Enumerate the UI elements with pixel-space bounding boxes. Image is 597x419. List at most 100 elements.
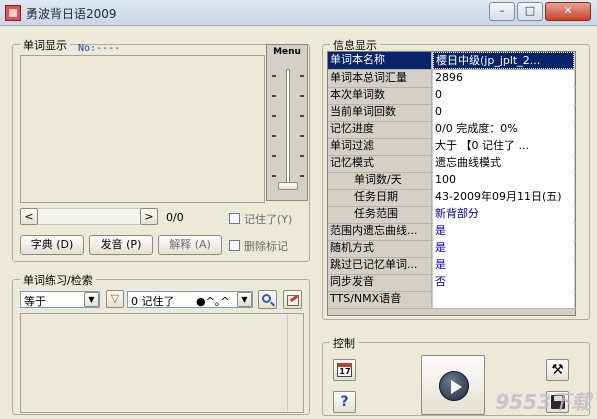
info-row[interactable]: 任务范围 新背部分 <box>328 206 576 224</box>
info-row[interactable]: 任务日期 43-2009年09月11日(五) <box>328 189 576 207</box>
close-button[interactable]: ✕ <box>545 2 591 21</box>
minimize-button[interactable]: – <box>489 2 515 21</box>
info-key: 当前单词回数 <box>328 104 432 121</box>
info-value: 是 <box>433 223 574 240</box>
info-value: 樱日中级(jp_jplt_2... <box>433 52 574 69</box>
word-display-title: 单词显示 <box>20 37 70 53</box>
info-key: 记忆模式 <box>328 155 432 172</box>
scroll-left-button[interactable]: < <box>20 208 38 225</box>
info-key: 任务范围 <box>328 206 432 223</box>
calendar-day: 17 <box>339 367 351 376</box>
info-key: 单词过滤 <box>328 138 432 155</box>
info-row[interactable]: TTS/NMX语音 <box>328 291 576 309</box>
info-key: 记忆进度 <box>328 121 432 138</box>
play-icon <box>439 371 469 401</box>
info-key: TTS/NMX语音 <box>328 291 432 308</box>
info-row[interactable]: 随机方式是 <box>328 240 576 258</box>
slider-tick <box>300 115 304 117</box>
remembered-key: (Y) <box>277 213 293 226</box>
dictionary-button-label: 字典 <box>30 238 53 251</box>
chevron-down-icon[interactable]: ▼ <box>237 292 252 307</box>
slider-tick <box>272 95 276 97</box>
minimize-icon: – <box>499 4 505 17</box>
menu-slider-panel: Menu <box>266 44 308 201</box>
word-counter: 0/0 <box>166 211 184 224</box>
info-value: 是 <box>433 257 574 274</box>
scroll-track[interactable] <box>38 208 140 225</box>
info-row[interactable]: 当前单词回数 0 <box>328 104 576 122</box>
remembered-checkbox[interactable] <box>229 213 240 224</box>
practice-title: 单词练习/检索 <box>20 272 96 288</box>
slider-tick <box>272 135 276 137</box>
info-value: 0 <box>433 104 574 121</box>
info-table: 单词本名称 樱日中级(jp_jplt_2... 单词本总词汇量 2896 本次单词数… <box>327 51 576 316</box>
info-row[interactable]: 单词本名称 樱日中级(jp_jplt_2... <box>328 52 576 70</box>
info-value: 0/0 完成度：0% <box>433 121 574 138</box>
dictionary-button-key: (D) <box>56 238 74 251</box>
info-value: 100 <box>433 172 574 189</box>
info-row[interactable]: 记忆模式 遗忘曲线模式 <box>328 155 576 173</box>
info-row[interactable]: 跳过已记忆单词... 是 <box>328 257 576 275</box>
calendar-icon[interactable]: 17 <box>333 359 356 381</box>
chevron-down-icon[interactable]: ▼ <box>84 292 99 307</box>
info-value: 否 <box>433 274 574 291</box>
slider-track[interactable] <box>286 69 290 189</box>
word-display-area <box>20 55 265 203</box>
watermark: 9553下载 <box>495 390 591 414</box>
info-key: 跳过已记忆单词... <box>328 257 432 274</box>
slider-thumb[interactable] <box>278 182 298 190</box>
info-value: 是 <box>433 240 574 257</box>
slider-tick <box>300 75 304 77</box>
remembered-text: 记住了 <box>244 213 277 226</box>
delete-mark-checkbox[interactable] <box>229 240 240 251</box>
dictionary-button[interactable]: 字典 (D) <box>20 235 84 255</box>
filter-symbols: ●^｡^ <box>196 295 230 308</box>
info-key: 单词本名称 <box>328 52 432 69</box>
slider-tick <box>300 95 304 97</box>
slider-tick <box>272 115 276 117</box>
info-row[interactable]: 记忆进度 0/0 完成度：0% <box>328 121 576 139</box>
info-value: 43-2009年09月11日(五) <box>433 189 574 206</box>
maximize-icon: □ <box>524 4 536 17</box>
match-type-value: 等于 <box>24 295 46 308</box>
delete-mark-label: 删除标记 <box>244 240 288 253</box>
slider-tick <box>300 155 304 157</box>
chevron-right-icon: > <box>144 210 154 223</box>
practice-scrollbar[interactable] <box>287 314 303 412</box>
slider-tick <box>300 175 304 177</box>
scroll-right-button[interactable]: > <box>140 208 158 225</box>
window-title: 勇波背日语2009 <box>26 7 117 21</box>
info-key: 本次单词数 <box>328 87 432 104</box>
play-button[interactable] <box>421 355 485 415</box>
maximize-button[interactable]: □ <box>517 2 543 21</box>
slider-tick <box>272 175 276 177</box>
info-key: 范围内遗忘曲线... <box>328 223 432 240</box>
info-key: 同步发音 <box>328 274 432 291</box>
edit-icon[interactable] <box>283 290 302 309</box>
close-icon: ✕ <box>563 4 573 17</box>
help-icon[interactable]: ? <box>333 391 356 413</box>
info-row[interactable]: 单词过滤 大于 【0 记住了 ... <box>328 138 576 156</box>
filter-icon[interactable]: ▽ <box>106 290 124 308</box>
pronounce-button[interactable]: 发音 (P) <box>89 235 153 255</box>
info-key: 单词数/天 <box>328 172 432 189</box>
info-row[interactable]: 本次单词数 0 <box>328 87 576 105</box>
info-row[interactable]: 单词本总词汇量 2896 <box>328 70 576 88</box>
filter-value-field[interactable]: 0 记住了 ●^｡^ ▼ <box>127 291 253 308</box>
info-row[interactable]: 范围内遗忘曲线... 是 <box>328 223 576 241</box>
slider-tick <box>272 155 276 157</box>
title-bar: 勇波背日语2009 – □ ✕ <box>0 0 597 26</box>
remembered-label: 记住了(Y) <box>244 211 292 227</box>
search-icon[interactable] <box>258 290 277 309</box>
pronounce-button-label: 发音 <box>100 238 123 251</box>
slider-tick <box>300 135 304 137</box>
match-type-select[interactable]: 等于 ▼ <box>20 291 100 308</box>
info-row[interactable]: 单词数/天 100 <box>328 172 576 190</box>
info-row[interactable]: 同步发音否 <box>328 274 576 292</box>
explain-button[interactable]: 解释 (A) <box>158 235 222 255</box>
control-title: 控制 <box>330 335 358 351</box>
practice-result-list[interactable] <box>20 313 304 413</box>
info-key: 任务日期 <box>328 189 432 206</box>
tools-icon[interactable]: ⚒ <box>546 359 569 381</box>
chevron-left-icon: < <box>24 210 34 223</box>
